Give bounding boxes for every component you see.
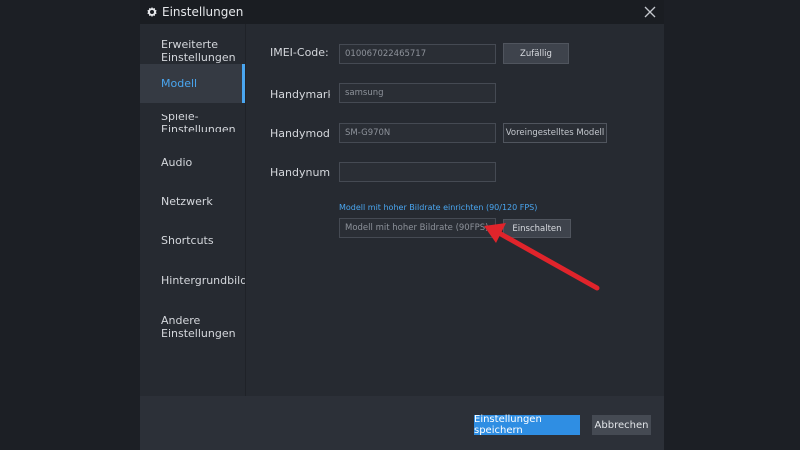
settings-dialog: Einstellungen Erweiterte Einstellungen M…	[140, 0, 664, 450]
phone-model-input[interactable]: SM-G970N	[339, 123, 496, 143]
high-fps-mode-select[interactable]: Modell mit hoher Bildrate (90FPS)	[339, 218, 496, 238]
high-fps-setup-link[interactable]: Modell mit hoher Bildrate einrichten (90…	[339, 203, 537, 212]
sidebar-item-network[interactable]: Netzwerk	[140, 192, 245, 210]
phone-brand-label: Handymarke:	[270, 88, 330, 101]
close-icon[interactable]	[642, 4, 658, 20]
settings-sidebar: Erweiterte Einstellungen Modell Spiele-E…	[140, 24, 245, 396]
sidebar-item-other-settings[interactable]: Andere Einstellungen	[140, 312, 245, 342]
sidebar-item-audio[interactable]: Audio	[140, 153, 245, 171]
phone-model-label: Handymodell:	[270, 127, 330, 140]
dialog-footer: Einstellungen speichern Abbrechen	[140, 396, 664, 450]
enable-high-fps-button[interactable]: Einschalten	[503, 219, 571, 238]
sidebar-item-advanced-settings[interactable]: Erweiterte Einstellungen	[140, 36, 245, 66]
random-imei-button[interactable]: Zufällig	[503, 43, 569, 64]
sidebar-item-wallpaper[interactable]: Hintergrundbild	[140, 271, 245, 289]
preset-model-button[interactable]: Voreingestelltes Modell	[503, 123, 607, 143]
model-settings-panel: IMEI-Code: 010067022465717 Zufällig Hand…	[246, 24, 664, 396]
phone-number-label: Handynummer:	[270, 166, 330, 179]
imei-input[interactable]: 010067022465717	[339, 44, 496, 64]
sidebar-item-model[interactable]: Modell	[140, 64, 245, 103]
sidebar-item-shortcuts[interactable]: Shortcuts	[140, 231, 245, 249]
title-bar: Einstellungen	[140, 0, 664, 24]
sidebar-item-game-settings[interactable]: Spiele-Einstellungen	[140, 114, 245, 132]
gear-icon	[146, 6, 158, 18]
window-title: Einstellungen	[162, 5, 244, 19]
save-settings-button[interactable]: Einstellungen speichern	[474, 414, 580, 436]
phone-brand-input[interactable]: samsung	[339, 83, 496, 103]
cancel-button[interactable]: Abbrechen	[592, 415, 651, 435]
imei-label: IMEI-Code:	[270, 46, 329, 59]
phone-number-input[interactable]	[339, 162, 496, 182]
